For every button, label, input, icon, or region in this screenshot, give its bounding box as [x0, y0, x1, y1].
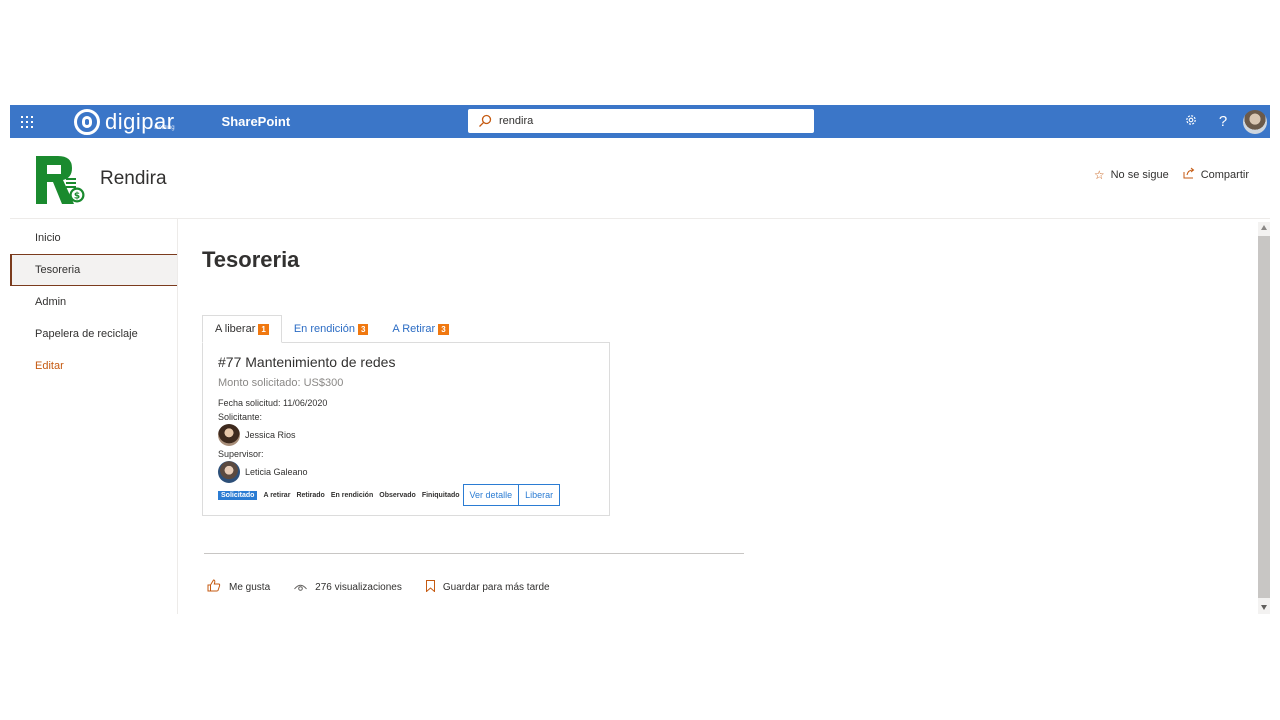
save-later-button[interactable]: Guardar para más tarde	[425, 579, 550, 595]
nav-item-tesoreria[interactable]: Tesoreria	[10, 254, 178, 286]
requester-name: Jessica Rios	[245, 430, 296, 440]
share-button[interactable]: Compartir	[1183, 167, 1249, 182]
status-step: Finiquitado	[421, 491, 460, 499]
status-step: Retirado	[296, 491, 325, 499]
request-card: #77 Mantenimiento de redes Monto solicit…	[202, 342, 610, 516]
tab-list: A liberar 1 En rendición 3 A Retirar 3	[202, 315, 461, 343]
tab-label: A Retirar	[392, 323, 436, 335]
like-button[interactable]: Me gusta	[207, 579, 270, 595]
avatar	[218, 424, 240, 446]
save-later-label: Guardar para más tarde	[442, 581, 550, 593]
tab-label: A liberar	[215, 323, 256, 335]
thumbs-up-icon	[207, 579, 221, 595]
request-date: Fecha solicitud: 11/06/2020	[218, 398, 328, 408]
status-step: A retirar	[263, 491, 291, 499]
supervisor-name: Leticia Galeano	[245, 467, 308, 477]
views-label: 276 visualizaciones	[315, 581, 402, 593]
social-bar: Me gusta 276 visualizaciones Guardar par…	[207, 579, 574, 595]
nav-edit-link[interactable]: Editar	[10, 350, 178, 382]
status-step: En rendición	[330, 491, 374, 499]
share-label: Compartir	[1200, 168, 1249, 181]
search-box[interactable]: rendira	[468, 109, 814, 133]
follow-button[interactable]: ☆ No se sigue	[1094, 168, 1169, 182]
suite-actions: ?	[1175, 105, 1270, 138]
tab-label: En rendición	[293, 323, 355, 335]
app-label[interactable]: SharePoint	[222, 114, 291, 129]
help-icon[interactable]: ?	[1207, 113, 1239, 130]
release-button[interactable]: Liberar	[519, 484, 561, 506]
site-logo[interactable]: $	[36, 156, 86, 204]
request-title: #77 Mantenimiento de redes	[218, 354, 396, 370]
brand-logo[interactable]: digipar Holding	[74, 108, 175, 135]
nav-item-inicio[interactable]: Inicio	[10, 222, 178, 254]
site-title[interactable]: Rendira	[100, 168, 167, 190]
status-badge: Solicitado	[218, 490, 258, 500]
requester-label: Solicitante:	[218, 412, 263, 422]
search-input[interactable]: rendira	[499, 115, 533, 127]
page-title: Tesoreria	[202, 247, 300, 272]
like-label: Me gusta	[229, 581, 271, 593]
count-badge: 1	[258, 323, 269, 335]
avatar	[218, 461, 240, 483]
eye-icon	[294, 580, 308, 595]
tab-a-liberar[interactable]: A liberar 1	[202, 315, 282, 343]
scrollbar-thumb[interactable]	[1258, 236, 1270, 598]
status-steps: Solicitado A retirar Retirado En rendici…	[218, 484, 561, 506]
view-detail-button[interactable]: Ver detalle	[462, 484, 520, 506]
supervisor: Leticia Galeano	[218, 461, 308, 483]
svg-text:$: $	[74, 192, 80, 202]
count-badge: 3	[438, 323, 449, 335]
suite-bar: digipar Holding SharePoint rendira ?	[10, 105, 1270, 138]
status-step: Observado	[379, 491, 416, 499]
views-count: 276 visualizaciones	[294, 580, 402, 595]
request-amount: Monto solicitado: US$300	[218, 377, 344, 389]
content-divider	[204, 553, 744, 554]
count-badge: 3	[357, 323, 369, 335]
requester: Jessica Rios	[218, 424, 296, 446]
waffle-icon[interactable]	[10, 105, 44, 138]
scroll-up-icon[interactable]	[1261, 225, 1267, 230]
tab-a-retirar[interactable]: A Retirar 3	[380, 315, 460, 343]
star-icon: ☆	[1093, 167, 1105, 182]
site-actions: ☆ No se sigue Compartir	[1080, 167, 1249, 182]
nav-item-papelera[interactable]: Papelera de reciclaje	[10, 318, 178, 350]
gear-icon[interactable]	[1175, 113, 1207, 131]
brand-subtitle: Holding	[154, 124, 175, 131]
supervisor-label: Supervisor:	[218, 449, 264, 459]
brand-mark-icon	[74, 108, 100, 135]
follow-label: No se sigue	[1110, 168, 1169, 181]
search-icon	[478, 114, 492, 128]
nav-divider	[177, 219, 178, 614]
header-divider	[10, 218, 1270, 219]
bookmark-icon	[425, 579, 435, 595]
scroll-down-icon[interactable]	[1261, 605, 1267, 610]
tab-en-rendicion[interactable]: En rendición 3	[282, 315, 381, 343]
share-icon	[1183, 167, 1195, 182]
left-navigation: Inicio Tesoreria Admin Papelera de recic…	[10, 222, 178, 382]
nav-item-admin[interactable]: Admin	[10, 286, 178, 318]
avatar[interactable]	[1243, 109, 1267, 134]
